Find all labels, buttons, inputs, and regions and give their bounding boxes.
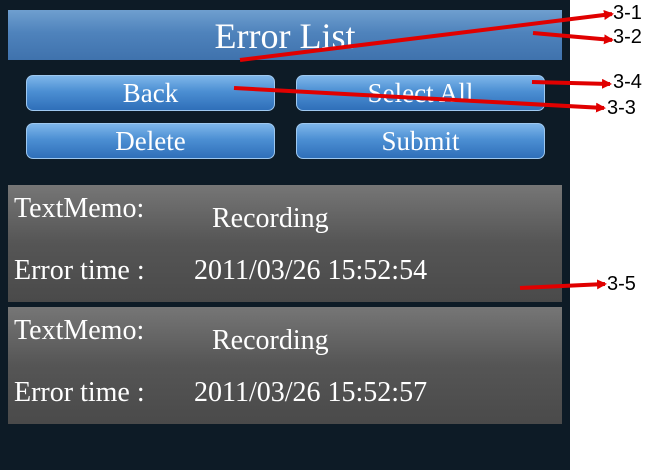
callout-label-3-5: 3-5 <box>607 273 636 295</box>
callout-label-3-4: 3-4 <box>613 71 642 93</box>
callout-arrow-3-3 <box>233 86 606 113</box>
callout-label-3-3: 3-3 <box>607 97 636 119</box>
callout-arrow-3-4 <box>531 78 612 89</box>
callout-arrow-3-2 <box>532 31 614 45</box>
callout-label-3-2: 3-2 <box>613 26 642 48</box>
callout-arrow-3-5 <box>519 279 607 290</box>
annotation-arrows <box>233 10 614 290</box>
callout-label-3-1: 3-1 <box>613 2 642 24</box>
